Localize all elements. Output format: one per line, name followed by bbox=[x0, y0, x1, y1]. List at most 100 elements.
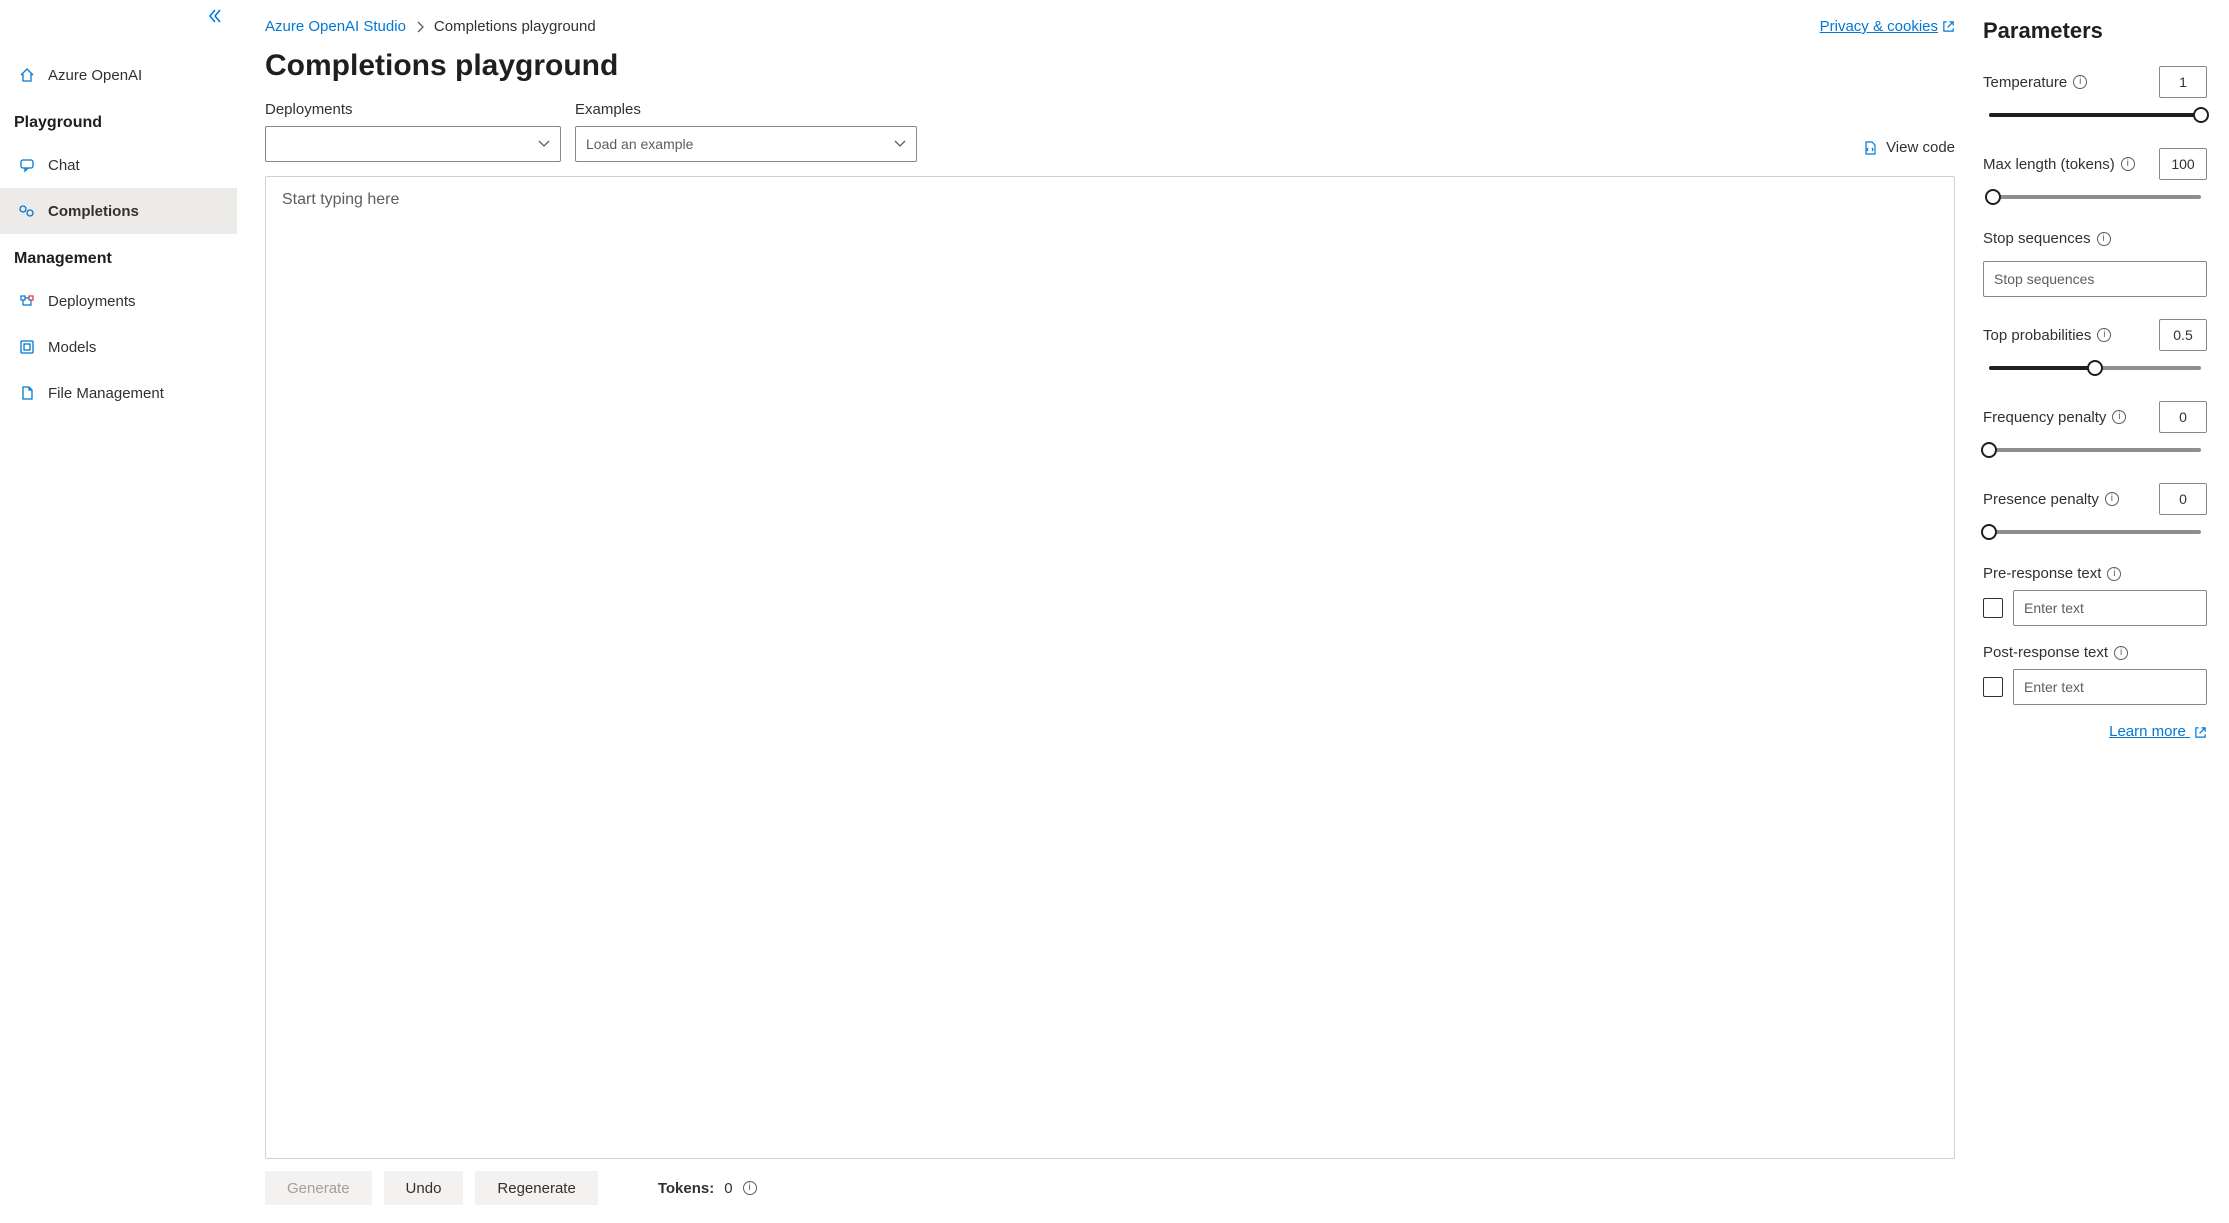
home-icon bbox=[18, 66, 36, 84]
info-icon[interactable]: i bbox=[2073, 75, 2087, 89]
pre-response-checkbox[interactable] bbox=[1983, 598, 2003, 618]
sidebar-item-models[interactable]: Models bbox=[0, 324, 237, 370]
post-response-input-row bbox=[1983, 669, 2207, 705]
info-icon[interactable]: i bbox=[2105, 492, 2119, 506]
stop-sequences-label: Stop sequences i bbox=[1983, 230, 2111, 247]
info-icon[interactable]: i bbox=[2097, 328, 2111, 342]
learn-more-label: Learn more bbox=[2109, 723, 2186, 740]
temperature-slider[interactable] bbox=[1983, 106, 2207, 124]
stop-sequences-row: Stop sequences i bbox=[1983, 230, 2207, 247]
top-p-label: Top probabilities i bbox=[1983, 327, 2111, 344]
view-code-button[interactable]: View code bbox=[1862, 139, 1955, 162]
info-icon[interactable]: i bbox=[2107, 567, 2121, 581]
main: Azure OpenAI Studio Completions playgrou… bbox=[237, 0, 2229, 1223]
deployments-field: Deployments bbox=[265, 101, 561, 162]
external-link-icon bbox=[2194, 726, 2207, 739]
info-icon[interactable]: i bbox=[2121, 157, 2135, 171]
sidebar-collapse-button[interactable] bbox=[207, 8, 223, 24]
sidebar-item-label: Completions bbox=[48, 203, 139, 220]
privacy-link-label: Privacy & cookies bbox=[1820, 18, 1938, 35]
presence-penalty-slider[interactable] bbox=[1983, 523, 2207, 541]
regenerate-button[interactable]: Regenerate bbox=[475, 1171, 597, 1205]
max-length-row: Max length (tokens) i bbox=[1983, 148, 2207, 180]
pre-response-label: Pre-response text i bbox=[1983, 565, 2121, 582]
editor-placeholder: Start typing here bbox=[282, 191, 399, 208]
sidebar-section-playground: Playground bbox=[0, 98, 237, 142]
temperature-input[interactable] bbox=[2159, 66, 2207, 98]
tokens-value: 0 bbox=[724, 1180, 732, 1197]
breadcrumb-current: Completions playground bbox=[434, 18, 596, 35]
chevron-right-icon bbox=[416, 21, 424, 33]
examples-label: Examples bbox=[575, 101, 917, 118]
view-code-label: View code bbox=[1886, 139, 1955, 156]
sidebar-item-file-management[interactable]: File Management bbox=[0, 370, 237, 416]
chevron-down-icon bbox=[538, 140, 550, 148]
selectors-row: Deployments Examples Load an example bbox=[265, 101, 1955, 162]
chevron-down-icon bbox=[894, 140, 906, 148]
file-icon bbox=[18, 384, 36, 402]
post-response-label: Post-response text i bbox=[1983, 644, 2128, 661]
frequency-penalty-label: Frequency penalty i bbox=[1983, 409, 2126, 426]
page-title: Completions playground bbox=[265, 49, 1955, 83]
sidebar-item-completions[interactable]: Completions bbox=[0, 188, 237, 234]
examples-placeholder: Load an example bbox=[586, 136, 693, 152]
code-icon bbox=[1862, 140, 1878, 156]
sidebar-item-home[interactable]: Azure OpenAI bbox=[0, 52, 237, 98]
presence-penalty-input[interactable] bbox=[2159, 483, 2207, 515]
breadcrumb: Azure OpenAI Studio Completions playgrou… bbox=[265, 18, 596, 35]
sidebar-item-deployments[interactable]: Deployments bbox=[0, 278, 237, 324]
parameters-panel: Parameters Temperature i Max length (tok… bbox=[1983, 0, 2229, 1223]
generate-button[interactable]: Generate bbox=[265, 1171, 372, 1205]
bottom-bar: Generate Undo Regenerate Tokens: 0 i bbox=[265, 1159, 1955, 1223]
sidebar-item-label: Deployments bbox=[48, 293, 136, 310]
sidebar-section-management: Management bbox=[0, 234, 237, 278]
max-length-slider[interactable] bbox=[1983, 188, 2207, 206]
undo-button[interactable]: Undo bbox=[384, 1171, 464, 1205]
max-length-label: Max length (tokens) i bbox=[1983, 156, 2135, 173]
temperature-label: Temperature i bbox=[1983, 74, 2087, 91]
pre-response-input-row bbox=[1983, 590, 2207, 626]
tokens-display: Tokens: 0 i bbox=[658, 1180, 757, 1197]
info-icon[interactable]: i bbox=[2112, 410, 2126, 424]
frequency-penalty-input[interactable] bbox=[2159, 401, 2207, 433]
stop-sequences-input[interactable] bbox=[1983, 261, 2207, 297]
chevron-double-left-icon bbox=[207, 8, 223, 24]
examples-select[interactable]: Load an example bbox=[575, 126, 917, 162]
chat-icon bbox=[18, 156, 36, 174]
presence-penalty-row: Presence penalty i bbox=[1983, 483, 2207, 515]
info-icon[interactable]: i bbox=[2114, 646, 2128, 660]
top-p-input[interactable] bbox=[2159, 319, 2207, 351]
models-icon bbox=[18, 338, 36, 356]
frequency-penalty-slider[interactable] bbox=[1983, 441, 2207, 459]
info-icon[interactable]: i bbox=[2097, 232, 2111, 246]
sidebar-item-chat[interactable]: Chat bbox=[0, 142, 237, 188]
privacy-cookies-link[interactable]: Privacy & cookies bbox=[1820, 18, 1955, 35]
temperature-row: Temperature i bbox=[1983, 66, 2207, 98]
breadcrumb-root-link[interactable]: Azure OpenAI Studio bbox=[265, 18, 406, 35]
deployments-icon bbox=[18, 292, 36, 310]
sidebar: Azure OpenAI Playground Chat Completions… bbox=[0, 0, 237, 1223]
post-response-input[interactable] bbox=[2013, 669, 2207, 705]
frequency-penalty-row: Frequency penalty i bbox=[1983, 401, 2207, 433]
presence-penalty-label: Presence penalty i bbox=[1983, 491, 2119, 508]
pre-response-input[interactable] bbox=[2013, 590, 2207, 626]
pre-response-row: Pre-response text i bbox=[1983, 565, 2207, 582]
top-p-slider[interactable] bbox=[1983, 359, 2207, 377]
breadcrumb-row: Azure OpenAI Studio Completions playgrou… bbox=[265, 18, 1955, 35]
external-link-icon bbox=[1942, 20, 1955, 33]
prompt-editor[interactable]: Start typing here bbox=[265, 176, 1955, 1159]
examples-field: Examples Load an example bbox=[575, 101, 917, 162]
parameters-title: Parameters bbox=[1983, 18, 2207, 44]
sidebar-item-label: Azure OpenAI bbox=[48, 67, 142, 84]
learn-more-link[interactable]: Learn more bbox=[1983, 723, 2207, 740]
deployments-select[interactable] bbox=[265, 126, 561, 162]
tokens-label: Tokens: bbox=[658, 1180, 714, 1197]
sidebar-item-label: Chat bbox=[48, 157, 80, 174]
top-p-row: Top probabilities i bbox=[1983, 319, 2207, 351]
max-length-input[interactable] bbox=[2159, 148, 2207, 180]
completions-icon bbox=[18, 202, 36, 220]
sidebar-item-label: Models bbox=[48, 339, 96, 356]
info-icon[interactable]: i bbox=[743, 1181, 757, 1195]
post-response-row: Post-response text i bbox=[1983, 644, 2207, 661]
post-response-checkbox[interactable] bbox=[1983, 677, 2003, 697]
